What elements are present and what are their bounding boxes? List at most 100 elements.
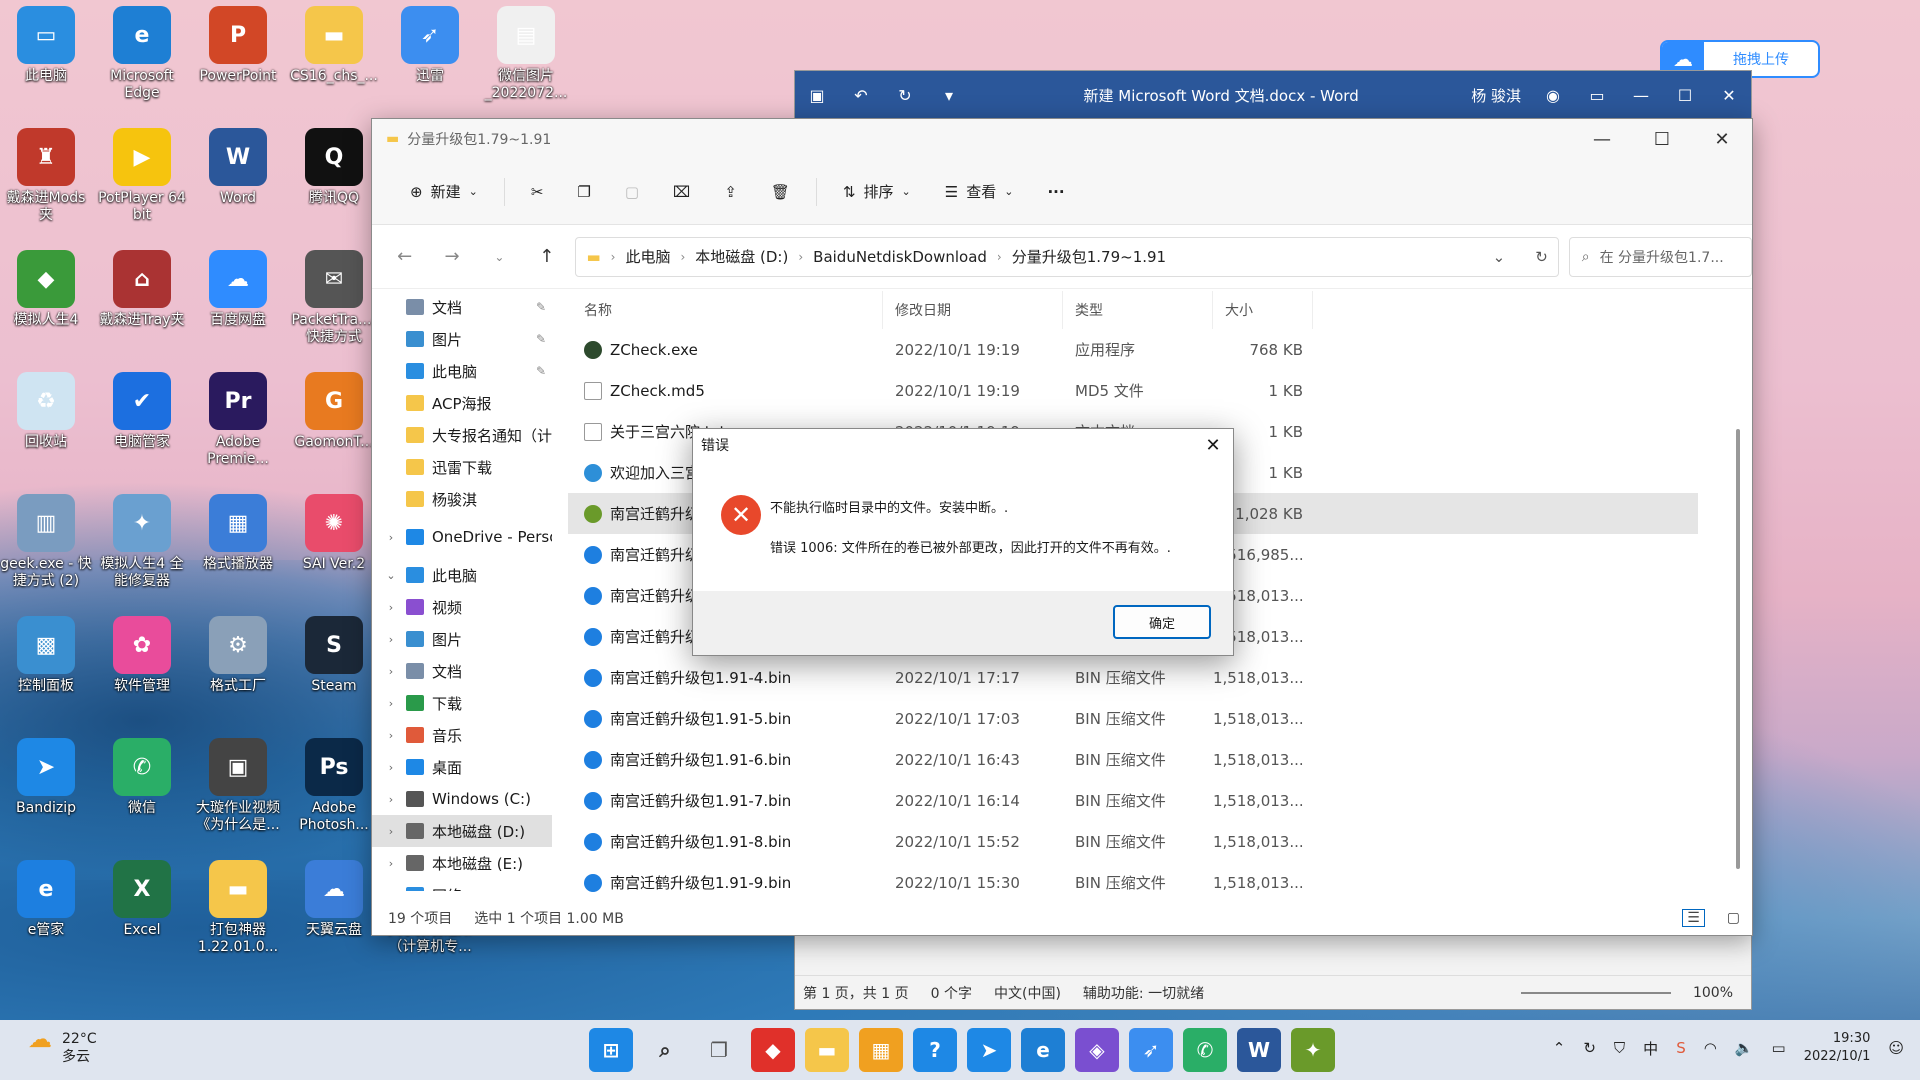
copy-button[interactable]: ❐ [563,172,604,212]
share-button[interactable]: ⇪ [710,172,751,212]
breadcrumb-this-pc[interactable]: 此电脑 [625,246,670,267]
back-icon[interactable]: ← [386,246,423,267]
pin-icon[interactable]: ✎ [536,364,546,378]
sidebar-item[interactable]: › 下载 [372,687,552,719]
sidebar-item[interactable]: 迅雷下载 [372,451,552,483]
desktop-icon[interactable]: ▭ 此电脑 [0,2,92,85]
breadcrumb-baidu[interactable]: BaiduNetdiskDownload [813,248,987,266]
desktop-icon[interactable]: ♜ 戴森进Mods夹 [0,124,92,224]
minimize-icon[interactable]: — [1619,86,1663,105]
word-accessibility[interactable]: 辅助功能: 一切就绪 [1083,983,1204,1003]
refresh-icon[interactable]: ↻ [1535,248,1548,266]
desktop-icon[interactable]: ☁ 百度网盘 [192,246,284,329]
zoom-slider[interactable] [1520,991,1671,994]
taskbar-installer-icon[interactable]: ✦ [1291,1028,1335,1072]
delete-button[interactable]: 🗑 [757,172,804,212]
chevron-icon[interactable]: › [384,825,398,838]
desktop-icon[interactable]: ✔ 电脑管家 [96,368,188,451]
clock[interactable]: 19:30 2022/10/1 [1804,1030,1871,1066]
taskbar-app-red-icon[interactable]: ◆ [751,1028,795,1072]
customize-icon[interactable]: ▾ [927,86,971,105]
pin-icon[interactable]: ✎ [536,300,546,314]
desktop-icon[interactable]: ▣ 大璇作业视频《为什么是... [192,734,284,834]
more-button[interactable]: ··· [1033,172,1078,212]
desktop-icon[interactable]: ✺ SAI Ver.2 [288,490,380,573]
table-row[interactable]: 南宫迁鹤升级包1.91-5.bin 2022/10/1 17:03 BIN 压缩文件… [568,698,1698,739]
chevron-up-icon[interactable]: ⌃ [1553,1039,1566,1057]
ime-indicator[interactable]: 中 [1643,1038,1658,1059]
chevron-icon[interactable]: › [384,665,398,678]
paste-button[interactable]: ▢ [611,172,653,212]
sidebar-item[interactable]: ACP海报 [372,387,552,419]
taskbar-store-icon[interactable]: ▦ [859,1028,903,1072]
shield-icon[interactable]: ⛉ [1614,1039,1625,1057]
close-icon[interactable]: ✕ [1193,435,1233,456]
taskbar-bandizip-icon[interactable]: ➤ [967,1028,1011,1072]
desktop-icon[interactable]: e e管家 [0,856,92,939]
chevron-icon[interactable]: › [384,857,398,870]
taskbar-wechat-icon[interactable]: ✆ [1183,1028,1227,1072]
redo-icon[interactable]: ↻ [883,86,927,105]
taskbar-help-icon[interactable]: ? [913,1028,957,1072]
taskbar-task-view-icon[interactable]: ❐ [697,1028,741,1072]
sidebar-item[interactable]: 大专报名通知（计 [372,419,552,451]
table-row[interactable]: 南宫迁鹤升级包1.91-8.bin 2022/10/1 15:52 BIN 压缩文件… [568,821,1698,862]
column-name[interactable]: 名称 [568,291,883,329]
table-row[interactable]: 南宫迁鹤升级包1.91-9.bin 2022/10/1 15:30 BIN 压缩文件… [568,862,1698,903]
volume-icon[interactable]: 🔈 [1735,1039,1754,1057]
desktop-icon[interactable]: G GaomonT... [288,368,380,451]
sidebar-item[interactable]: › 音乐 [372,719,552,751]
desktop-icon[interactable]: ✿ 软件管理 [96,612,188,695]
address-bar[interactable]: ▬ › 此电脑 › 本地磁盘 (D:) › BaiduNetdiskDownlo… [575,236,1559,277]
new-button[interactable]: ⊕ 新建 ⌄ [396,172,492,212]
sync-icon[interactable]: ↻ [1583,1039,1596,1057]
desktop-icon[interactable]: e Microsoft Edge [96,2,188,102]
column-type[interactable]: 类型 [1063,291,1213,329]
sidebar-item[interactable]: › 桌面 [372,751,552,783]
view-button[interactable]: ☰ 查看 ⌄ [931,172,1028,212]
desktop-icon[interactable]: ▩ 控制面板 [0,612,92,695]
desktop-icon[interactable]: ▦ 格式播放器 [192,490,284,573]
table-row[interactable]: ZCheck.md5 2022/10/1 19:19 MD5 文件 1 KB [568,370,1698,411]
sidebar-item[interactable]: › Windows (C:) [372,783,552,815]
word-language[interactable]: 中文(中国) [994,983,1061,1003]
desktop-icon[interactable]: ▤ 微信图片_2022072... [480,2,572,102]
details-view-icon[interactable]: ☰ [1682,909,1705,927]
chevron-icon[interactable]: › [384,531,398,544]
sidebar-item[interactable]: 杨骏淇 [372,483,552,515]
sidebar-item[interactable]: 图片 ✎ [372,323,552,355]
desktop-icon[interactable]: Q 腾讯QQ [288,124,380,207]
sidebar-item[interactable]: 文档 ✎ [372,291,552,323]
desktop-icon[interactable]: W Word [192,124,284,207]
close-icon[interactable]: ✕ [1707,86,1751,105]
chevron-icon[interactable]: › [384,761,398,774]
weather-widget[interactable]: ☁ 22°C 多云 [28,1027,97,1066]
desktop-icon[interactable]: ✦ 模拟人生4 全能修复器 [96,490,188,590]
chevron-icon[interactable]: › [384,793,398,806]
sidebar-item[interactable]: ⌄ 此电脑 [372,559,552,591]
chevron-icon[interactable]: › [384,889,398,892]
desktop-icon[interactable]: ⌂ 戴森进Tray夹 [96,246,188,329]
desktop-icon[interactable]: Pr Adobe Premie... [192,368,284,468]
sidebar-item[interactable]: › 图片 [372,623,552,655]
taskbar-edge-icon[interactable]: e [1021,1028,1065,1072]
minimize-icon[interactable]: — [1572,129,1632,150]
desktop-icon[interactable]: ▬ CS16_chs_... [288,2,380,85]
taskbar-xunlei-icon[interactable]: ➶ [1129,1028,1173,1072]
up-icon[interactable]: ↑ [528,246,565,267]
desktop-icon[interactable]: Ps Adobe Photosh... [288,734,380,834]
table-row[interactable]: 南宫迁鹤升级包1.91-4.bin 2022/10/1 17:17 BIN 压缩文件… [568,657,1698,698]
sidebar-item[interactable]: › 本地磁盘 (D:) [372,815,552,847]
chevron-icon[interactable]: › [384,633,398,646]
chevron-icon[interactable]: ⌄ [384,569,398,582]
sidebar-item[interactable]: › OneDrive - Perso [372,521,552,553]
desktop-icon[interactable]: ☁ 天翼云盘 [288,856,380,939]
sort-button[interactable]: ⇅ 排序 ⌄ [829,172,925,212]
table-row[interactable]: 南宫迁鹤升级包1.91-6.bin 2022/10/1 16:43 BIN 压缩文件… [568,739,1698,780]
sidebar-item[interactable]: 此电脑 ✎ [372,355,552,387]
pin-icon[interactable]: ✎ [536,332,546,346]
search-input[interactable]: ⌕ 在 分量升级包1.7... [1568,236,1753,277]
column-size[interactable]: 大小 [1213,291,1313,329]
word-page-count[interactable]: 第 1 页，共 1 页 [803,983,909,1003]
desktop-icon[interactable]: ◆ 模拟人生4 [0,246,92,329]
